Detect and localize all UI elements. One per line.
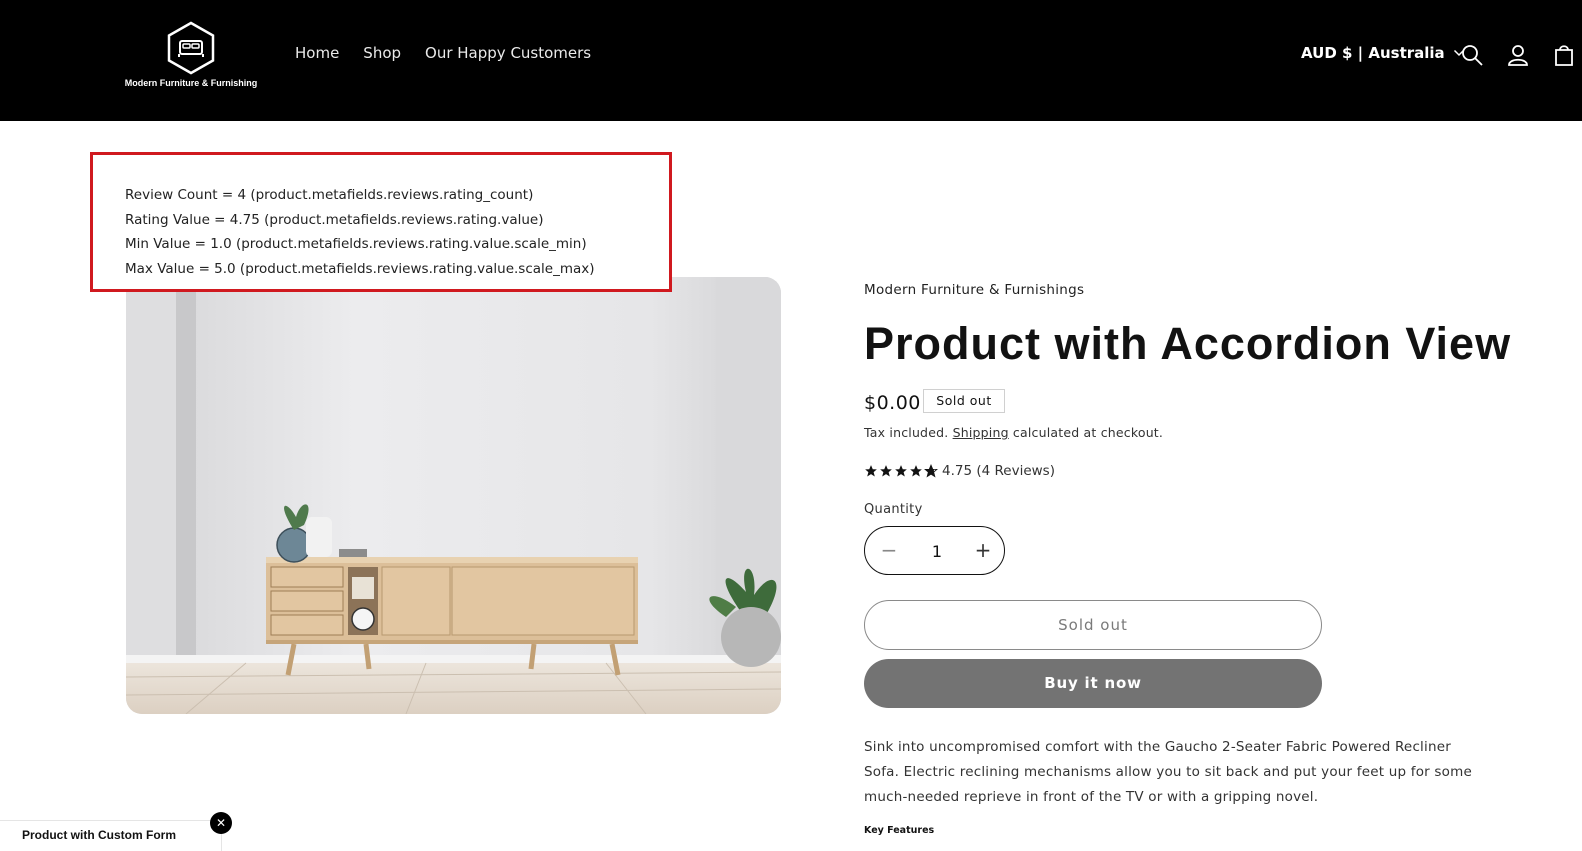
quantity-stepper: − + — [864, 526, 1005, 575]
star-full-icon — [910, 465, 922, 477]
rating-value-line: Rating Value = 4.75 (product.metafields.… — [125, 211, 544, 228]
tax-suffix: calculated at checkout. — [1012, 425, 1164, 440]
popup-label: Product with Custom Form — [22, 828, 176, 842]
product-photo — [126, 277, 781, 714]
nav-happy-customers[interactable]: Our Happy Customers — [425, 44, 591, 62]
shipping-link[interactable]: Shipping — [953, 425, 1009, 440]
product-price: $0.00 — [864, 392, 921, 414]
metafields-lines: Review Count = 4 (product.metafields.rev… — [125, 183, 595, 281]
country-selector-label: AUD $ | Australia — [1301, 44, 1445, 62]
nav-shop[interactable]: Shop — [363, 44, 401, 62]
quantity-increase-button[interactable]: + — [971, 538, 995, 562]
quantity-input[interactable] — [915, 539, 959, 565]
product-title: Product with Accordion View — [864, 318, 1512, 369]
product-rating[interactable]: 4.75 (4 Reviews) — [864, 463, 1055, 479]
product-vendor: Modern Furniture & Furnishings — [864, 282, 1085, 298]
logo-text: Modern Furniture & Furnishing — [124, 78, 258, 88]
site-header: Modern Furniture & Furnishing Home Shop … — [0, 0, 1582, 121]
review-count-line: Review Count = 4 (product.metafields.rev… — [125, 187, 534, 203]
star-three-quarter-icon — [924, 464, 938, 478]
star-full-icon — [865, 465, 877, 477]
account-icon[interactable] — [1506, 43, 1530, 67]
product-image[interactable] — [126, 277, 781, 714]
tax-note: Tax included. Shipping calculated at che… — [864, 425, 1163, 440]
main-nav: Home Shop Our Happy Customers — [295, 44, 591, 62]
metafields-debug-box: Review Count = 4 (product.metafields.rev… — [90, 152, 672, 292]
star-full-icon — [895, 465, 907, 477]
search-icon[interactable] — [1460, 43, 1484, 67]
close-icon[interactable]: ✕ — [210, 812, 232, 834]
custom-form-popup[interactable]: Product with Custom Form — [0, 820, 222, 851]
tax-prefix: Tax included. — [864, 425, 949, 440]
star-full-icon — [880, 465, 892, 477]
logo-hexagon-icon — [167, 21, 215, 75]
rating-text: 4.75 (4 Reviews) — [942, 463, 1055, 479]
nav-home[interactable]: Home — [295, 44, 339, 62]
min-value-line: Min Value = 1.0 (product.metafields.revi… — [125, 236, 587, 252]
key-features-heading: Key Features — [864, 825, 935, 836]
add-to-cart-button[interactable]: Sold out — [864, 600, 1322, 650]
rating-stars — [864, 464, 938, 478]
quantity-decrease-button[interactable]: − — [877, 538, 901, 562]
product-description: Sink into uncompromised comfort with the… — [864, 739, 1472, 805]
country-selector[interactable]: AUD $ | Australia — [1301, 44, 1465, 62]
max-value-line: Max Value = 5.0 (product.metafields.revi… — [125, 260, 595, 277]
store-logo[interactable]: Modern Furniture & Furnishing — [124, 20, 258, 96]
quantity-label: Quantity — [864, 502, 923, 517]
cart-icon[interactable] — [1552, 43, 1576, 67]
sold-out-badge: Sold out — [923, 389, 1005, 413]
buy-it-now-button[interactable]: Buy it now — [864, 659, 1322, 708]
